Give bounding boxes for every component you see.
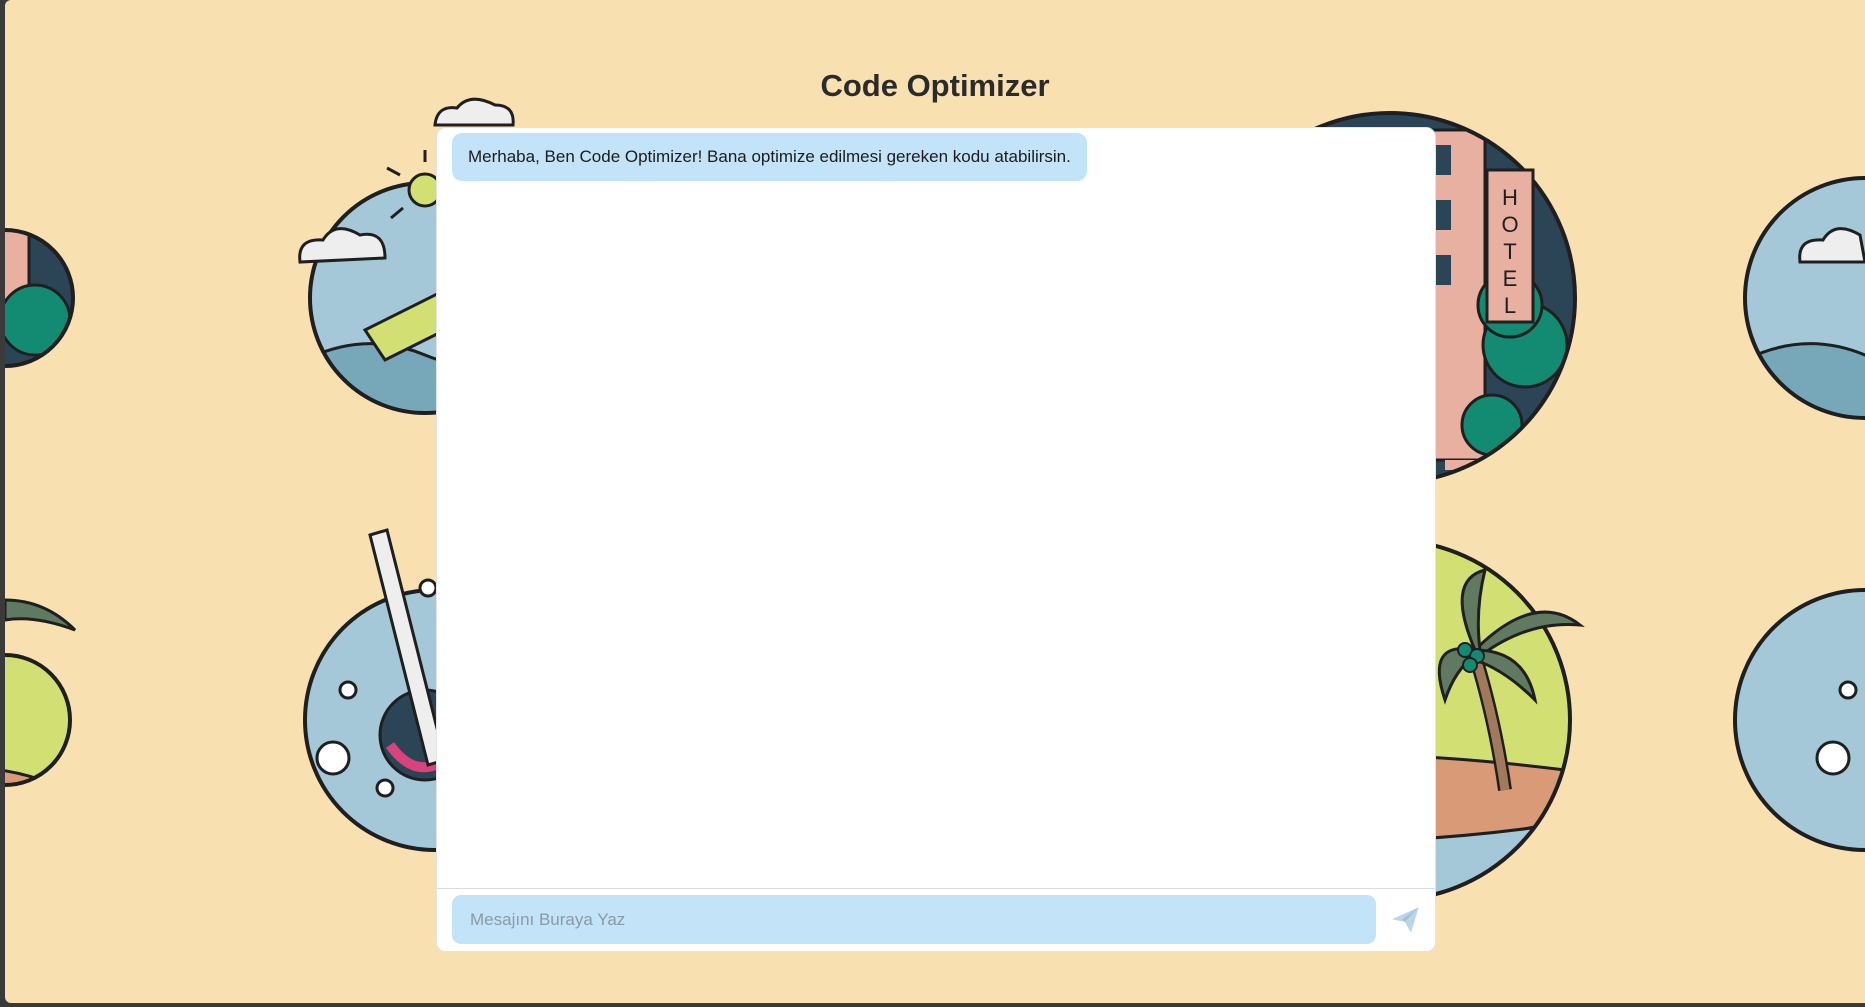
- send-button[interactable]: [1389, 903, 1423, 937]
- hotel-illustration-left: [5, 230, 73, 366]
- sun-boat-illustration-right: [1745, 180, 1865, 418]
- composer-bar: [437, 888, 1435, 951]
- app-viewport: H O T E L Code Optimizer Merhaba, Ben Co…: [5, 0, 1865, 1003]
- message-input[interactable]: [452, 895, 1376, 944]
- bot-message: Merhaba, Ben Code Optimizer! Bana optimi…: [452, 133, 1087, 181]
- hotel-sign: H O T E L: [1485, 168, 1535, 324]
- svg-text:L: L: [1504, 293, 1516, 318]
- porthole-illustration-right: [1735, 590, 1865, 850]
- page-title: Code Optimizer: [820, 68, 1050, 103]
- chat-window: Merhaba, Ben Code Optimizer! Bana optimi…: [436, 127, 1436, 952]
- svg-text:T: T: [1503, 239, 1516, 264]
- svg-text:O: O: [1501, 212, 1518, 237]
- palm-leaf-icon: [5, 598, 77, 632]
- svg-text:H: H: [1502, 185, 1518, 210]
- send-paper-plane-icon: [1391, 907, 1419, 933]
- message-list: Merhaba, Ben Code Optimizer! Bana optimi…: [437, 128, 1435, 890]
- svg-text:E: E: [1503, 266, 1518, 291]
